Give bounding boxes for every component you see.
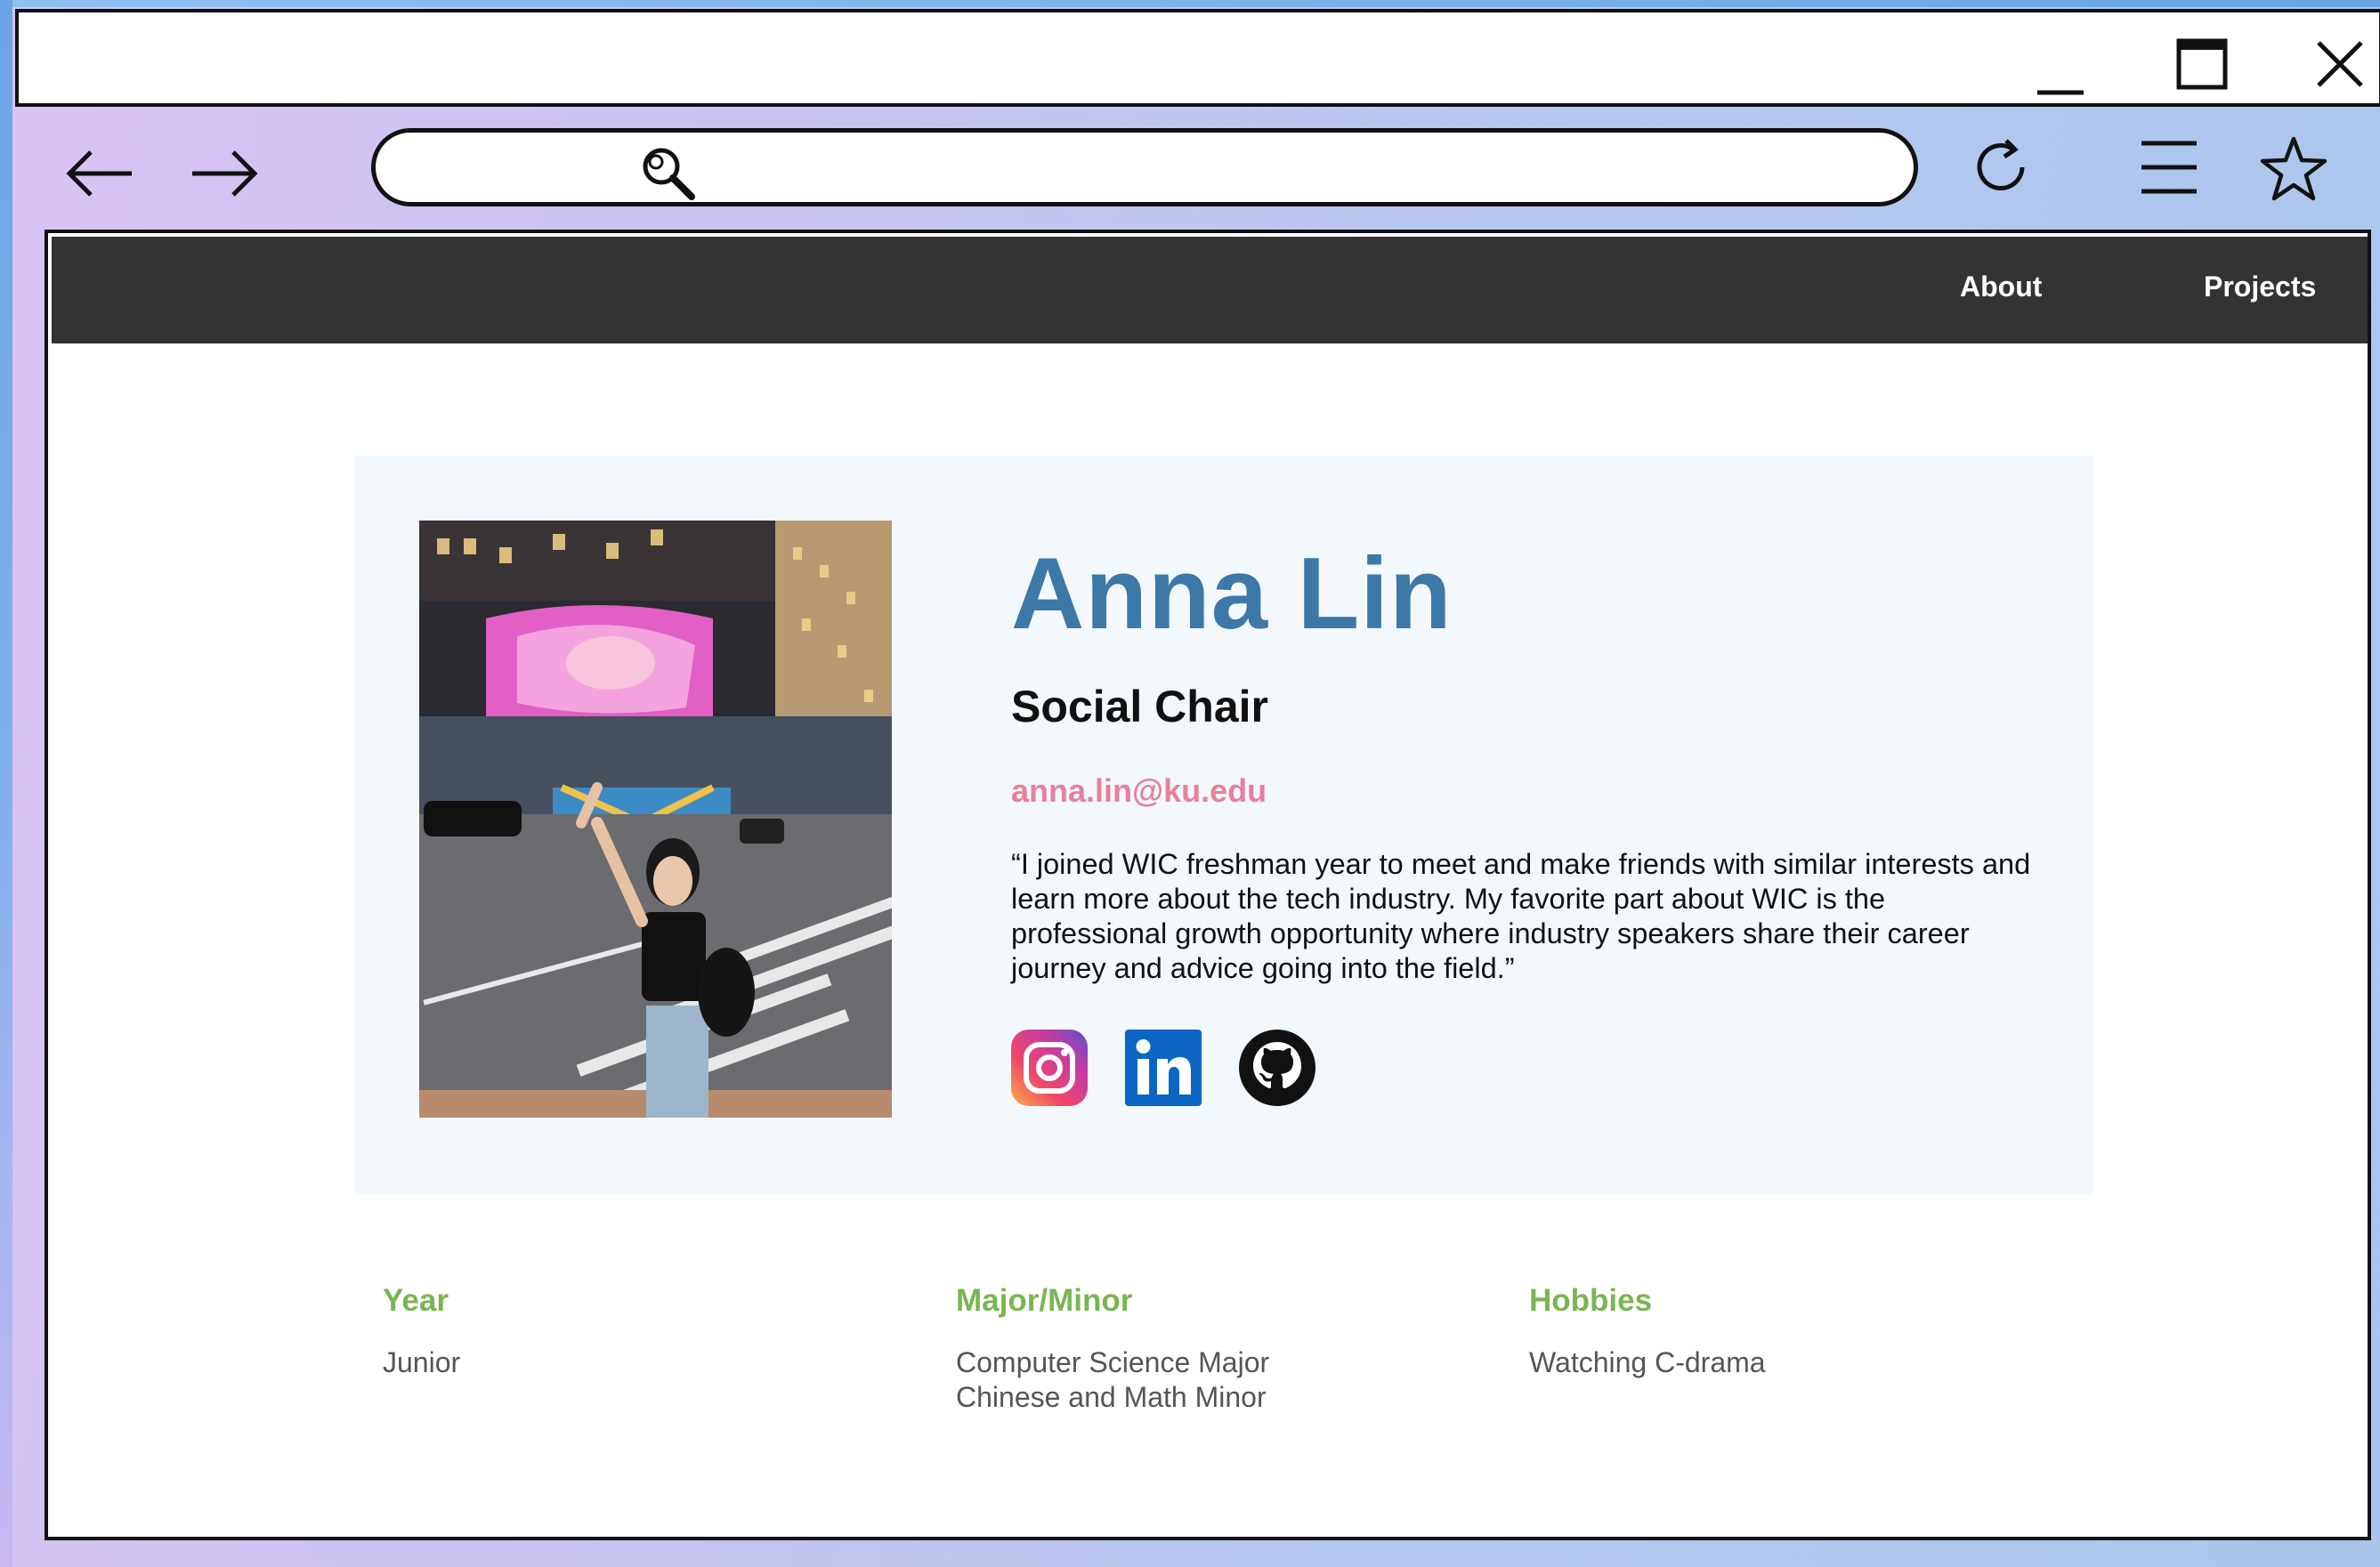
detail-major-minor: Major/Minor Computer Science Major Chine… xyxy=(956,1283,1269,1415)
detail-year-label: Year xyxy=(383,1283,449,1318)
profile-email-link[interactable]: anna.lin@ku.edu xyxy=(1011,772,1267,810)
menu-icon[interactable] xyxy=(2138,138,2200,197)
detail-hobbies-value: Watching C-drama xyxy=(1529,1346,1766,1378)
detail-hobbies-label: Hobbies xyxy=(1529,1283,1653,1318)
profile-quote: “I joined WIC freshman year to meet and … xyxy=(1011,848,2031,984)
browser-viewport: About Projects Anna Lin Social Chair ann… xyxy=(45,230,2371,1540)
detail-major-minor-label: Major/Minor xyxy=(956,1283,1133,1318)
detail-hobbies: Hobbies Watching C-drama xyxy=(1529,1283,1766,1380)
address-input[interactable] xyxy=(536,141,1874,195)
detail-major-value: Computer Science Major xyxy=(956,1346,1270,1378)
github-icon[interactable] xyxy=(1239,1030,1315,1106)
profile-card: Anna Lin Social Chair anna.lin@ku.edu “I… xyxy=(354,456,2093,1194)
site-navbar: About Projects xyxy=(52,237,2368,343)
reload-icon[interactable] xyxy=(1969,133,2036,201)
forward-arrow-icon[interactable] xyxy=(189,147,260,200)
minimize-icon[interactable] xyxy=(2034,46,2087,100)
window-titlebar xyxy=(15,9,2380,107)
window-edge-top xyxy=(0,0,2380,7)
window-edge-left xyxy=(0,0,12,1567)
nav-link-projects[interactable]: Projects xyxy=(2204,271,2316,303)
linkedin-icon[interactable] xyxy=(1125,1030,1202,1106)
detail-year: Year Junior xyxy=(383,1283,460,1380)
browser-toolbar xyxy=(15,107,2380,231)
detail-minor-value: Chinese and Math Minor xyxy=(956,1381,1267,1413)
instagram-icon[interactable] xyxy=(1011,1030,1088,1106)
back-arrow-icon[interactable] xyxy=(64,147,135,200)
profile-photo xyxy=(419,521,892,1118)
profile-role: Social Chair xyxy=(1011,682,1268,731)
star-icon[interactable] xyxy=(2258,133,2329,205)
maximize-icon[interactable] xyxy=(2175,37,2229,91)
detail-year-value: Junior xyxy=(383,1346,461,1378)
nav-link-about[interactable]: About xyxy=(1960,271,2042,303)
address-bar[interactable] xyxy=(371,128,1918,206)
profile-name: Anna Lin xyxy=(1011,537,1453,650)
close-icon[interactable] xyxy=(2313,37,2367,91)
